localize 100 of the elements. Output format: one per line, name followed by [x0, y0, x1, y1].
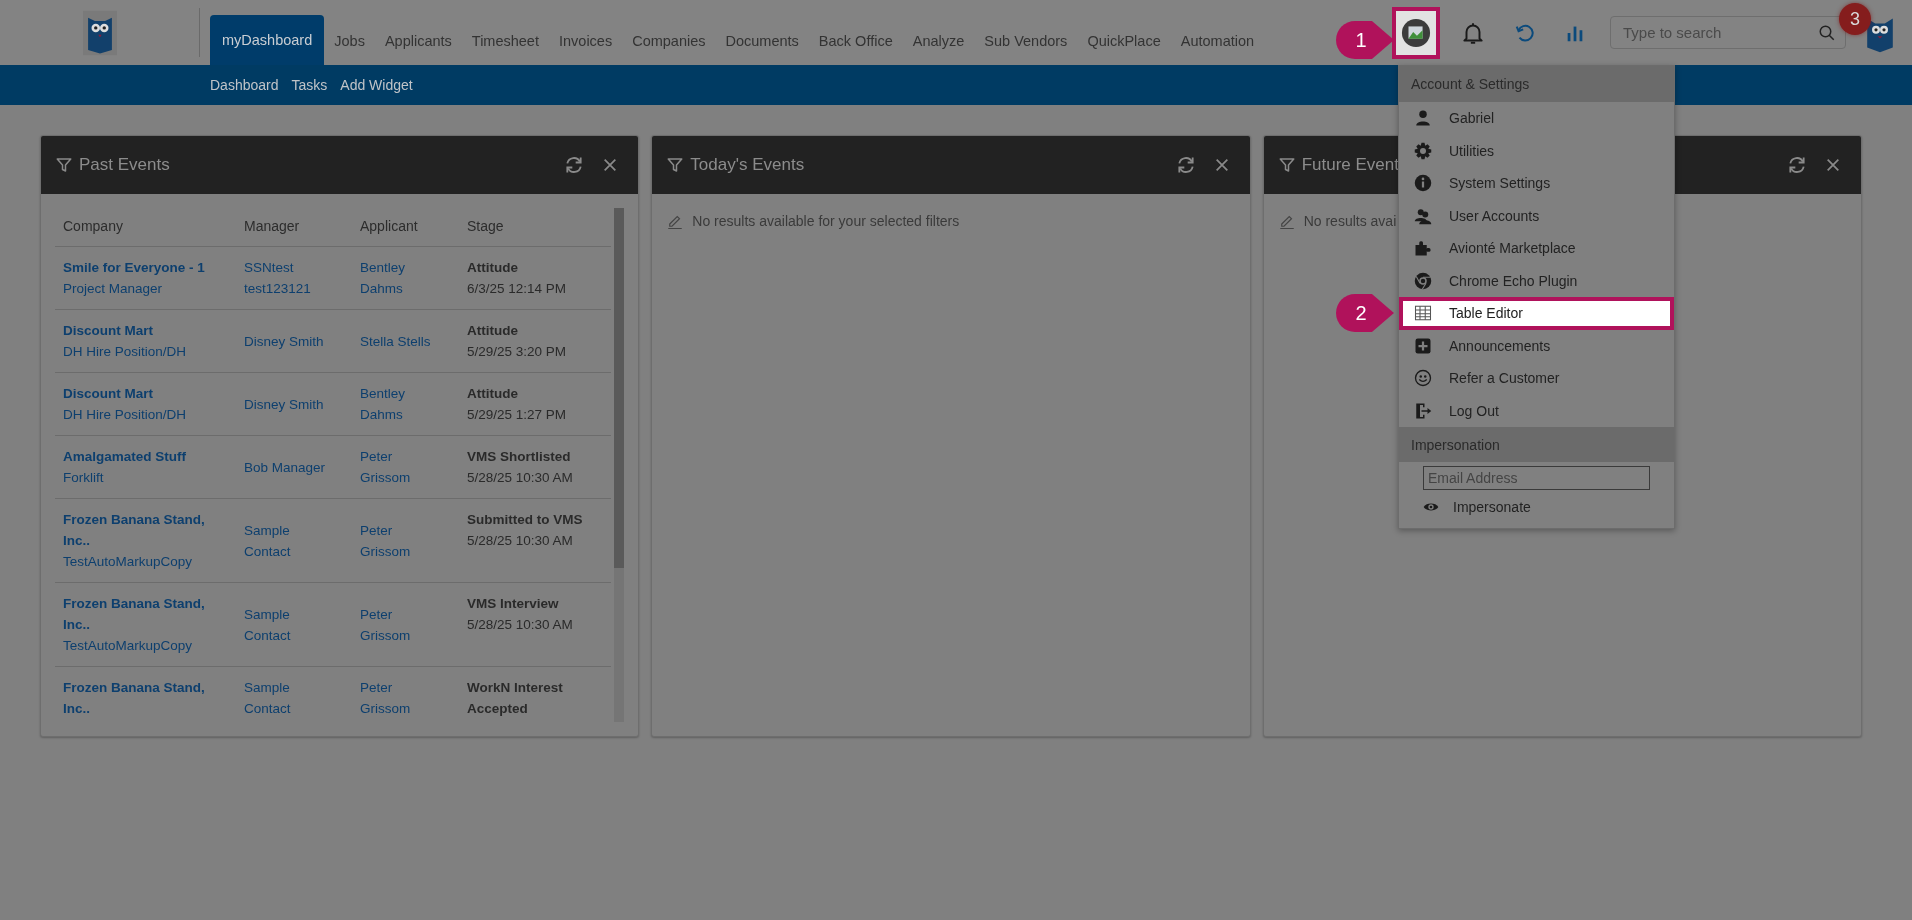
avatar-icon: [1401, 17, 1431, 48]
subnav-link[interactable]: Dashboard: [210, 77, 279, 93]
badge-count: 3: [1850, 8, 1860, 30]
applicant-link[interactable]: Bentley Dahms: [360, 257, 435, 299]
company-link[interactable]: Discount Mart: [63, 383, 228, 404]
company-link[interactable]: Smile for Everyone - 1: [63, 257, 228, 278]
manager-link[interactable]: Sample Contact: [244, 519, 330, 562]
step-number: 1: [1355, 28, 1367, 52]
search-icon[interactable]: [1818, 24, 1836, 42]
manager-link[interactable]: Sample Contact: [244, 603, 330, 646]
menu-item[interactable]: Table Editor: [1399, 297, 1674, 330]
refresh-icon[interactable]: [564, 155, 585, 175]
close-icon[interactable]: [1213, 157, 1230, 173]
panel-title: Past Events: [79, 155, 170, 175]
manager-link[interactable]: Bob Manager: [244, 456, 330, 478]
manager-link[interactable]: Disney Smith: [244, 330, 330, 352]
email-field[interactable]: Email Address: [1423, 466, 1650, 490]
manager-link[interactable]: Disney Smith: [244, 393, 330, 415]
plus-icon: [1414, 336, 1432, 355]
scrollbar-thumb[interactable]: [614, 208, 625, 568]
empty-message: No results avai: [1303, 213, 1397, 229]
event-time: 5/28/25 10:30 AM: [467, 469, 574, 487]
nav-tab[interactable]: Documents: [715, 17, 809, 65]
menu-section-title: Impersonation: [1411, 436, 1500, 453]
applicant-link[interactable]: Peter Grissom: [360, 446, 435, 488]
subnav-link[interactable]: Add Widget: [340, 77, 413, 93]
impersonate-button[interactable]: Impersonate: [1399, 492, 1674, 522]
applicant-link[interactable]: Stella Stells: [360, 330, 435, 352]
job-link[interactable]: Project Manager: [63, 278, 228, 299]
company-link[interactable]: Discount Mart: [63, 320, 228, 341]
owl-logo[interactable]: [82, 9, 117, 56]
column-header: Stage: [467, 218, 504, 234]
logout-icon: [1414, 401, 1432, 420]
refresh-icon[interactable]: [1787, 155, 1807, 175]
job-link[interactable]: DH Hire Position/DH: [63, 404, 228, 425]
avatar-button[interactable]: [1392, 6, 1440, 59]
step-number: 2: [1355, 301, 1367, 325]
company-link[interactable]: Frozen Banana Stand, Inc..: [63, 593, 228, 635]
event-time: 6/3/25 12:14 PM: [467, 280, 568, 298]
menu-item[interactable]: Log Out: [1399, 394, 1674, 427]
nav-tab[interactable]: myDashboard: [210, 15, 325, 65]
users-icon: [1414, 206, 1432, 225]
nav-tab[interactable]: Jobs: [324, 17, 375, 65]
job-link[interactable]: Forklift: [63, 467, 228, 488]
nav-tab[interactable]: Timesheet: [461, 17, 549, 65]
applicant-link[interactable]: Peter Grissom: [360, 677, 435, 719]
company-link[interactable]: Amalgamated Stuff: [63, 446, 228, 467]
job-link[interactable]: DH Hire Position/DH: [63, 341, 228, 362]
nav-tab[interactable]: Analyze: [902, 17, 975, 65]
job-link[interactable]: TestAutoMarkupCopy: [63, 551, 228, 572]
applicant-link[interactable]: Peter Grissom: [360, 603, 435, 646]
nav-tab[interactable]: Sub Vendors: [974, 17, 1078, 65]
stage-label: VMS Shortlisted: [467, 448, 572, 466]
empty-message: No results available for your selected filters: [692, 213, 960, 229]
applicant-link[interactable]: Peter Grissom: [360, 519, 435, 562]
applicant-link[interactable]: Bentley Dahms: [360, 383, 435, 425]
menu-item[interactable]: User Accounts: [1399, 199, 1674, 232]
stage-label: Attitude: [467, 385, 519, 403]
menu-item[interactable]: Avionté Marketplace: [1399, 232, 1674, 265]
menu-item[interactable]: Announcements: [1399, 329, 1674, 362]
info-icon: [1414, 174, 1432, 193]
column-header: Manager: [244, 218, 300, 234]
nav-tab[interactable]: Companies: [622, 17, 716, 65]
manager-link[interactable]: Sample Contact: [244, 677, 330, 719]
scrollbar[interactable]: [614, 208, 625, 722]
subnav-link[interactable]: Tasks: [291, 77, 328, 93]
search-field[interactable]: Type to search: [1610, 16, 1846, 49]
stage-label: WorkN Interest Accepted: [467, 679, 564, 718]
company-link[interactable]: Frozen Banana Stand, Inc..: [63, 509, 228, 551]
menu-item[interactable]: Utilities: [1399, 134, 1674, 167]
gear-icon: [1414, 141, 1432, 160]
nav-tab[interactable]: Applicants: [374, 17, 462, 65]
company-link[interactable]: Frozen Banana Stand, Inc..: [63, 677, 228, 719]
panel-title: Today's Events: [690, 155, 805, 175]
manager-link[interactable]: SSNtest test123121: [244, 257, 330, 299]
job-link[interactable]: TestAutoMarkupCopy: [63, 635, 228, 656]
menu-item[interactable]: System Settings: [1399, 167, 1674, 200]
menu-item[interactable]: Refer a Customer: [1399, 362, 1674, 395]
filter-icon[interactable]: [1277, 156, 1296, 174]
event-time: 5/28/25 10:30 AM: [467, 532, 574, 550]
event-time: 5/29/25 3:20 PM: [467, 343, 568, 361]
event-time: 5/28/25 10:30 AM: [467, 616, 574, 634]
menu-item[interactable]: Gabriel: [1399, 102, 1674, 135]
chrome-icon: [1414, 271, 1432, 290]
user-icon: [1414, 109, 1432, 128]
nav-tab[interactable]: Invoices: [548, 17, 623, 65]
nav-tab[interactable]: Back Office: [808, 17, 903, 65]
refresh-icon[interactable]: [1175, 155, 1196, 175]
stage-label: Attitude: [467, 322, 519, 340]
close-icon[interactable]: [1825, 157, 1841, 173]
menu-item[interactable]: Chrome Echo Plugin: [1399, 264, 1674, 297]
filter-icon[interactable]: [666, 156, 685, 174]
close-icon[interactable]: [602, 157, 619, 173]
table-icon: [1414, 304, 1432, 323]
stage-label: Submitted to VMS: [467, 511, 584, 529]
menu-section-title: Account & Settings: [1411, 76, 1530, 92]
puzzle-icon: [1414, 239, 1432, 258]
nav-tab[interactable]: QuickPlace: [1077, 17, 1171, 65]
nav-tab[interactable]: Automation: [1170, 17, 1265, 65]
filter-icon[interactable]: [55, 156, 73, 174]
